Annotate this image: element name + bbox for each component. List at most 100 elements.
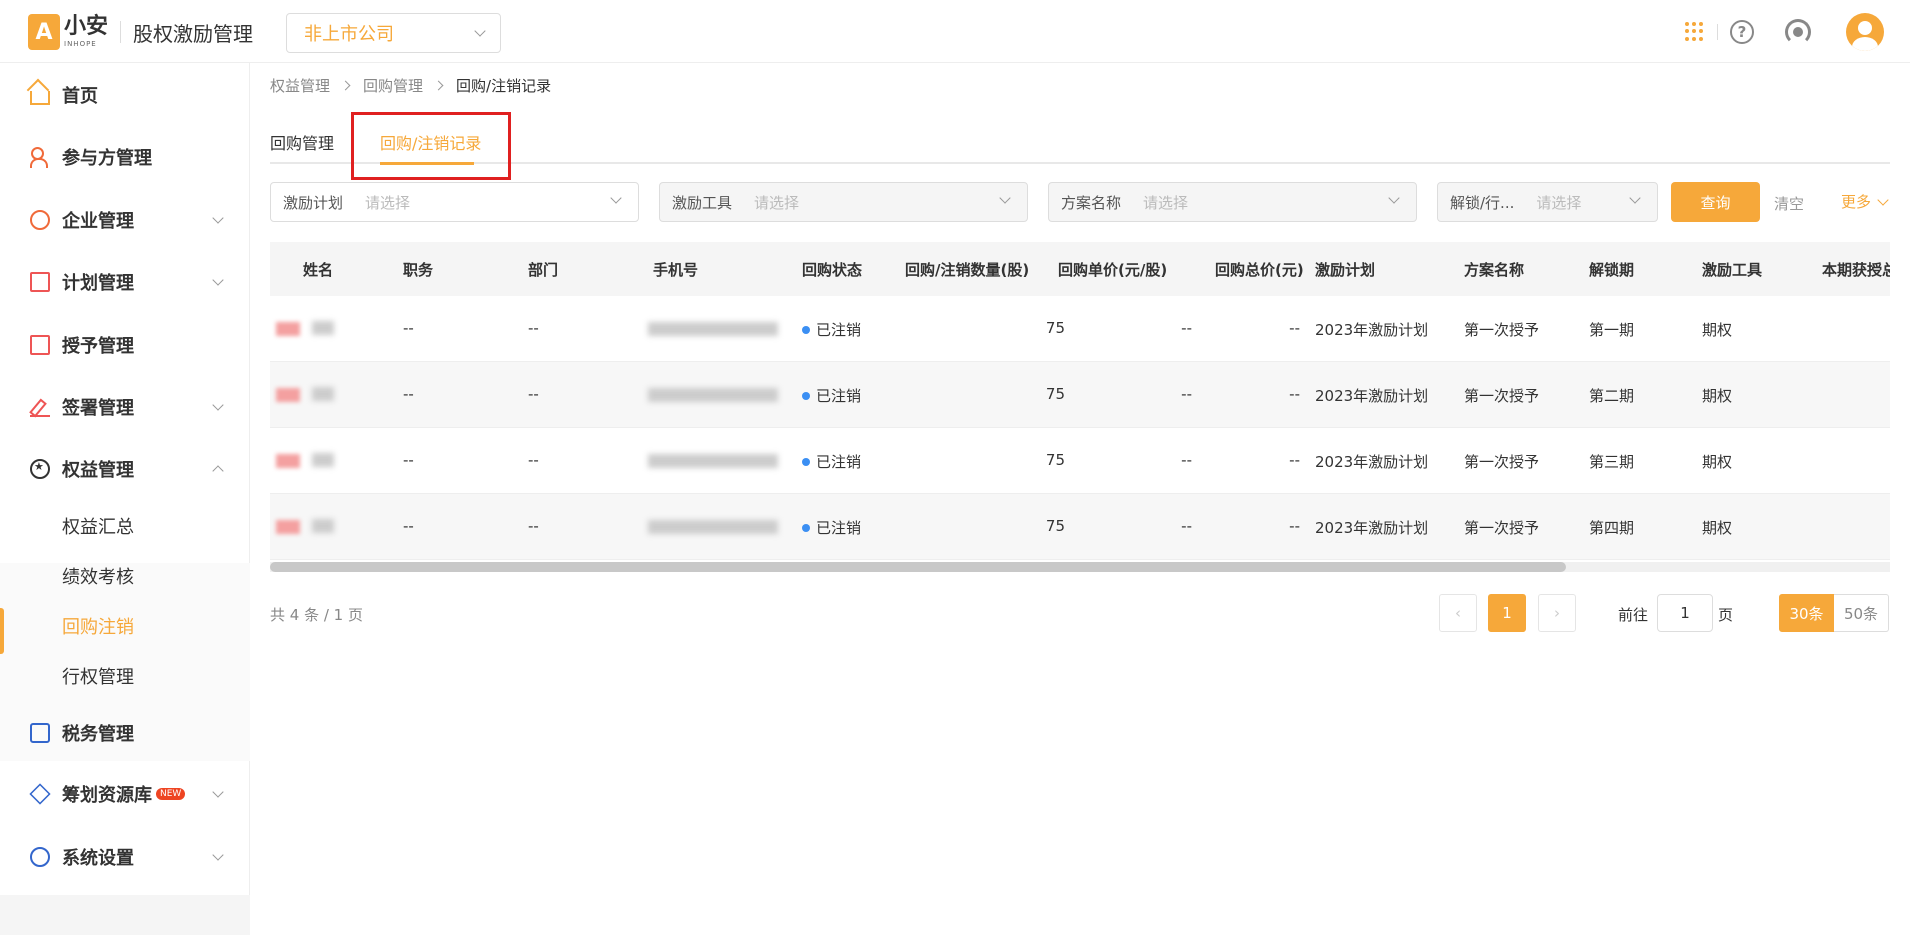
- name-redacted: [276, 318, 336, 340]
- status-dot: [802, 523, 810, 532]
- page-size-30-button[interactable]: 30条: [1779, 594, 1834, 632]
- cell-scheme: 第一次授予: [1464, 321, 1540, 339]
- filter-unlock-period[interactable]: 解锁/行... 请选择: [1437, 182, 1658, 222]
- chevron-down-icon: [212, 849, 224, 861]
- records-table: 姓名 职务 部门 手机号 回购状态 回购/注销数量(股) 回购单价(元/股) 回…: [270, 242, 1890, 574]
- cell-total: --: [1289, 517, 1300, 535]
- chevron-down-icon: [212, 212, 224, 224]
- tab-buyback-management[interactable]: 回购管理: [270, 130, 334, 154]
- sidebar-item-grant[interactable]: 授予管理: [0, 325, 250, 365]
- page-size-selector: 30条 50条: [1779, 594, 1889, 632]
- company-select[interactable]: 非上市公司: [286, 13, 501, 53]
- sidebar-item-resources[interactable]: 筹划资源库 NEW: [0, 774, 250, 814]
- goto-page-input[interactable]: 1: [1657, 594, 1713, 632]
- sidebar-item-equity[interactable]: 权益管理: [0, 449, 250, 489]
- logo-divider: [120, 21, 122, 43]
- help-icon[interactable]: ?: [1730, 19, 1754, 44]
- sidebar-item-label: 系统设置: [62, 848, 134, 869]
- cell-period: 第四期: [1589, 519, 1635, 537]
- table-row[interactable]: -- -- 已注销 75 -- -- 2023年激励计划 第一次授予 第四期 期…: [270, 494, 1890, 560]
- sidebar-item-label: 首页: [62, 86, 98, 107]
- table-row[interactable]: -- -- 已注销 75 -- -- 2023年激励计划 第一次授予 第一期 期…: [270, 296, 1890, 362]
- cell-status: 已注销: [802, 517, 861, 538]
- chevron-right-icon: [433, 80, 444, 91]
- phone-redacted: [648, 454, 778, 468]
- scrollbar-thumb[interactable]: [270, 562, 1566, 572]
- column-header: 方案名称: [1464, 261, 1525, 279]
- logo[interactable]: A 小安 INHOPE 股权激励管理: [28, 14, 253, 50]
- chevron-down-icon: [474, 25, 486, 37]
- column-header: 职务: [403, 261, 434, 279]
- sidebar-subitem-performance[interactable]: 绩效考核: [0, 556, 250, 596]
- sidebar-item-home[interactable]: 首页: [0, 75, 250, 115]
- status-dot: [802, 391, 810, 400]
- column-header: 部门: [528, 261, 559, 279]
- column-header: 姓名: [303, 261, 334, 279]
- user-avatar[interactable]: [1846, 12, 1884, 51]
- cell-title: --: [403, 319, 414, 337]
- filter-incentive-plan[interactable]: 激励计划 请选择: [270, 182, 639, 222]
- horizontal-scrollbar[interactable]: [270, 562, 1890, 572]
- prev-page-button[interactable]: ‹: [1439, 594, 1477, 632]
- page-number-button[interactable]: 1: [1488, 594, 1526, 632]
- cell-status: 已注销: [802, 451, 861, 472]
- cell-plan: 2023年激励计划: [1315, 453, 1429, 471]
- sidebar-item-plan[interactable]: 计划管理: [0, 262, 250, 302]
- highlight-box: [351, 112, 511, 180]
- more-label: 更多: [1841, 193, 1872, 211]
- cell-price: --: [1181, 451, 1192, 469]
- sidebar-item-company[interactable]: 企业管理: [0, 200, 250, 240]
- customer-service-icon[interactable]: [1785, 18, 1811, 45]
- status-dot: [802, 325, 810, 334]
- cell-tool: 期权: [1702, 519, 1733, 537]
- column-header: 激励工具: [1702, 261, 1763, 279]
- layers-icon: [29, 783, 51, 805]
- sidebar-footer: [0, 895, 250, 935]
- cell-tool: 期权: [1702, 453, 1733, 471]
- logo-name: 小安: [64, 14, 109, 39]
- sidebar-subitem-equity-summary[interactable]: 权益汇总: [0, 506, 250, 546]
- table-row[interactable]: -- -- 已注销 75 -- -- 2023年激励计划 第一次授予 第三期 期…: [270, 428, 1890, 494]
- apps-grid-icon[interactable]: [1685, 21, 1705, 42]
- breadcrumb-item[interactable]: 权益管理: [270, 75, 330, 96]
- sidebar-subitem-buyback[interactable]: 回购注销: [0, 606, 250, 654]
- sidebar-subitem-label: 权益汇总: [62, 517, 134, 538]
- cell-scheme: 第一次授予: [1464, 519, 1540, 537]
- next-page-button[interactable]: ›: [1538, 594, 1576, 632]
- cell-price: --: [1181, 319, 1192, 337]
- filter-incentive-tool[interactable]: 激励工具 请选择: [659, 182, 1028, 222]
- top-bar: A 小安 INHOPE 股权激励管理 非上市公司 ?: [0, 0, 1910, 63]
- cell-scheme: 第一次授予: [1464, 387, 1540, 405]
- name-redacted: [276, 450, 336, 472]
- sidebar-item-participants[interactable]: 参与方管理: [0, 137, 250, 177]
- sidebar-item-sign[interactable]: 签署管理: [0, 387, 250, 427]
- column-header: 回购单价(元/股): [1058, 261, 1168, 279]
- cell-tool: 期权: [1702, 387, 1733, 405]
- sidebar-item-tax[interactable]: 税务管理: [0, 713, 250, 753]
- chevron-up-icon: [212, 465, 224, 477]
- sidebar-item-label: 授予管理: [62, 336, 134, 357]
- status-text: 已注销: [816, 519, 862, 537]
- cell-title: --: [403, 517, 414, 535]
- sidebar-item-settings[interactable]: 系统设置: [0, 837, 250, 877]
- more-filters-button[interactable]: 更多: [1841, 191, 1889, 212]
- query-button[interactable]: 查询: [1671, 182, 1760, 222]
- cell-period: 第三期: [1589, 453, 1635, 471]
- cell-qty: 75: [1045, 385, 1065, 403]
- sidebar-item-label: 计划管理: [62, 273, 134, 294]
- goto-suffix: 页: [1718, 606, 1734, 624]
- phone-redacted: [648, 520, 778, 534]
- sidebar-item-label: 权益管理: [62, 460, 134, 481]
- breadcrumb-item[interactable]: 回购管理: [363, 75, 423, 96]
- status-text: 已注销: [816, 453, 862, 471]
- table-row[interactable]: -- -- 已注销 75 -- -- 2023年激励计划 第一次授予 第二期 期…: [270, 362, 1890, 428]
- sidebar-subitem-label: 绩效考核: [62, 567, 134, 588]
- clear-button[interactable]: 清空: [1774, 193, 1804, 214]
- filter-scheme-name[interactable]: 方案名称 请选择: [1048, 182, 1417, 222]
- phone-redacted: [648, 388, 778, 402]
- sidebar-subitem-exercise[interactable]: 行权管理: [0, 656, 250, 696]
- filter-label: 方案名称: [1061, 193, 1122, 212]
- page-size-50-button[interactable]: 50条: [1834, 594, 1889, 632]
- cell-title: --: [403, 385, 414, 403]
- column-header: 激励计划: [1315, 261, 1376, 279]
